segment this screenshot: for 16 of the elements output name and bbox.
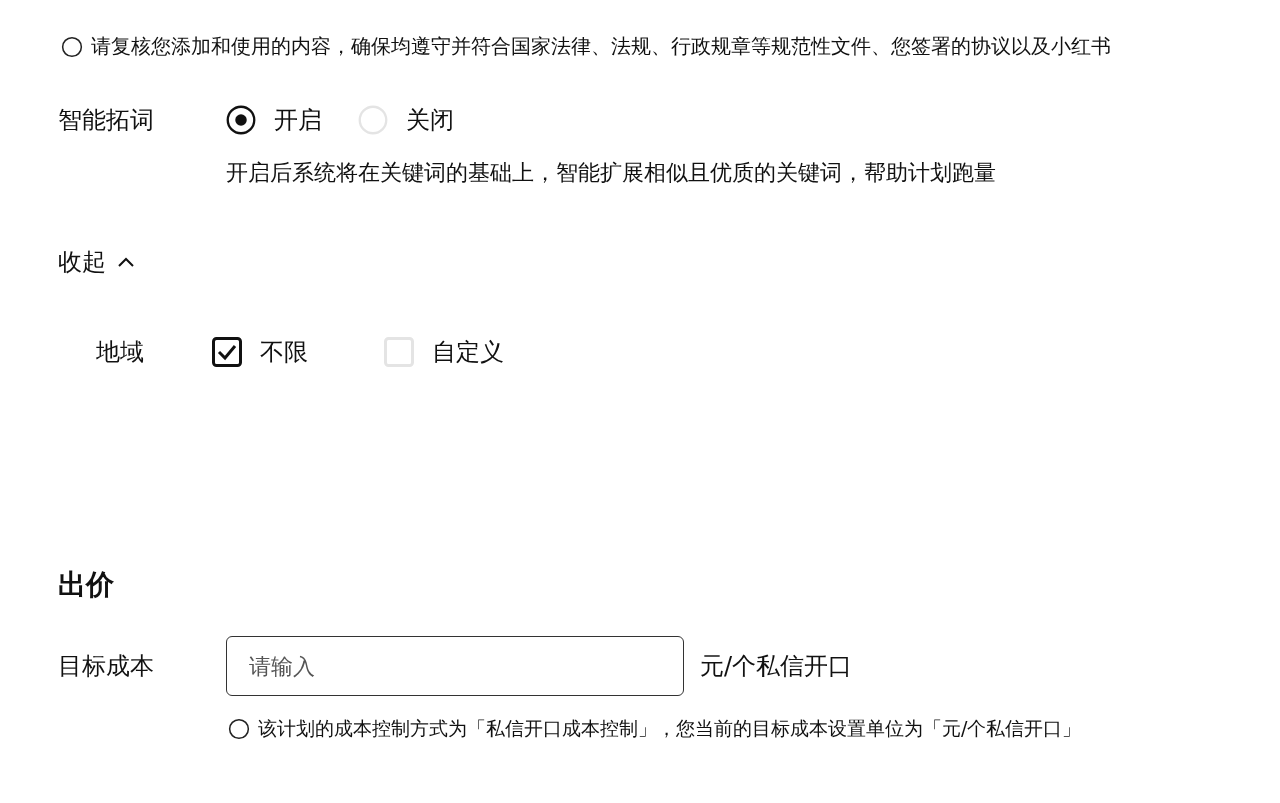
description-text: 开启后系统将在关键词的基础上，智能扩展相似且优质的关键词，帮助计划跑量: [226, 159, 996, 187]
info-icon: [228, 718, 250, 740]
radio-option[interactable]: 关闭: [358, 104, 454, 136]
field-label: 智能拓词: [58, 105, 155, 136]
notice-text: 该计划的成本控制方式为「私信开口成本控制」，您当前的目标成本设置单位为「元/个私信开口」: [258, 716, 1082, 741]
field-label: 目标成本: [58, 651, 155, 682]
radio-option[interactable]: 开启: [226, 104, 322, 136]
checkbox-option[interactable]: 不限: [212, 336, 308, 368]
info-icon: [61, 35, 83, 58]
collapse-toggle[interactable]: 收起: [58, 246, 136, 278]
input-field[interactable]: 请输入: [226, 636, 684, 696]
unit-text: 元/个私信开口: [700, 651, 853, 682]
section-title: 出价: [58, 567, 115, 603]
notice-text: 请复核您添加和使用的内容，确保均遵守并符合国家法律、法规、行政规章等规范性文件、您签署的协议以及小红书: [91, 33, 1111, 60]
checkbox-option[interactable]: 自定义: [384, 336, 504, 368]
field-label: 地域: [96, 337, 145, 368]
